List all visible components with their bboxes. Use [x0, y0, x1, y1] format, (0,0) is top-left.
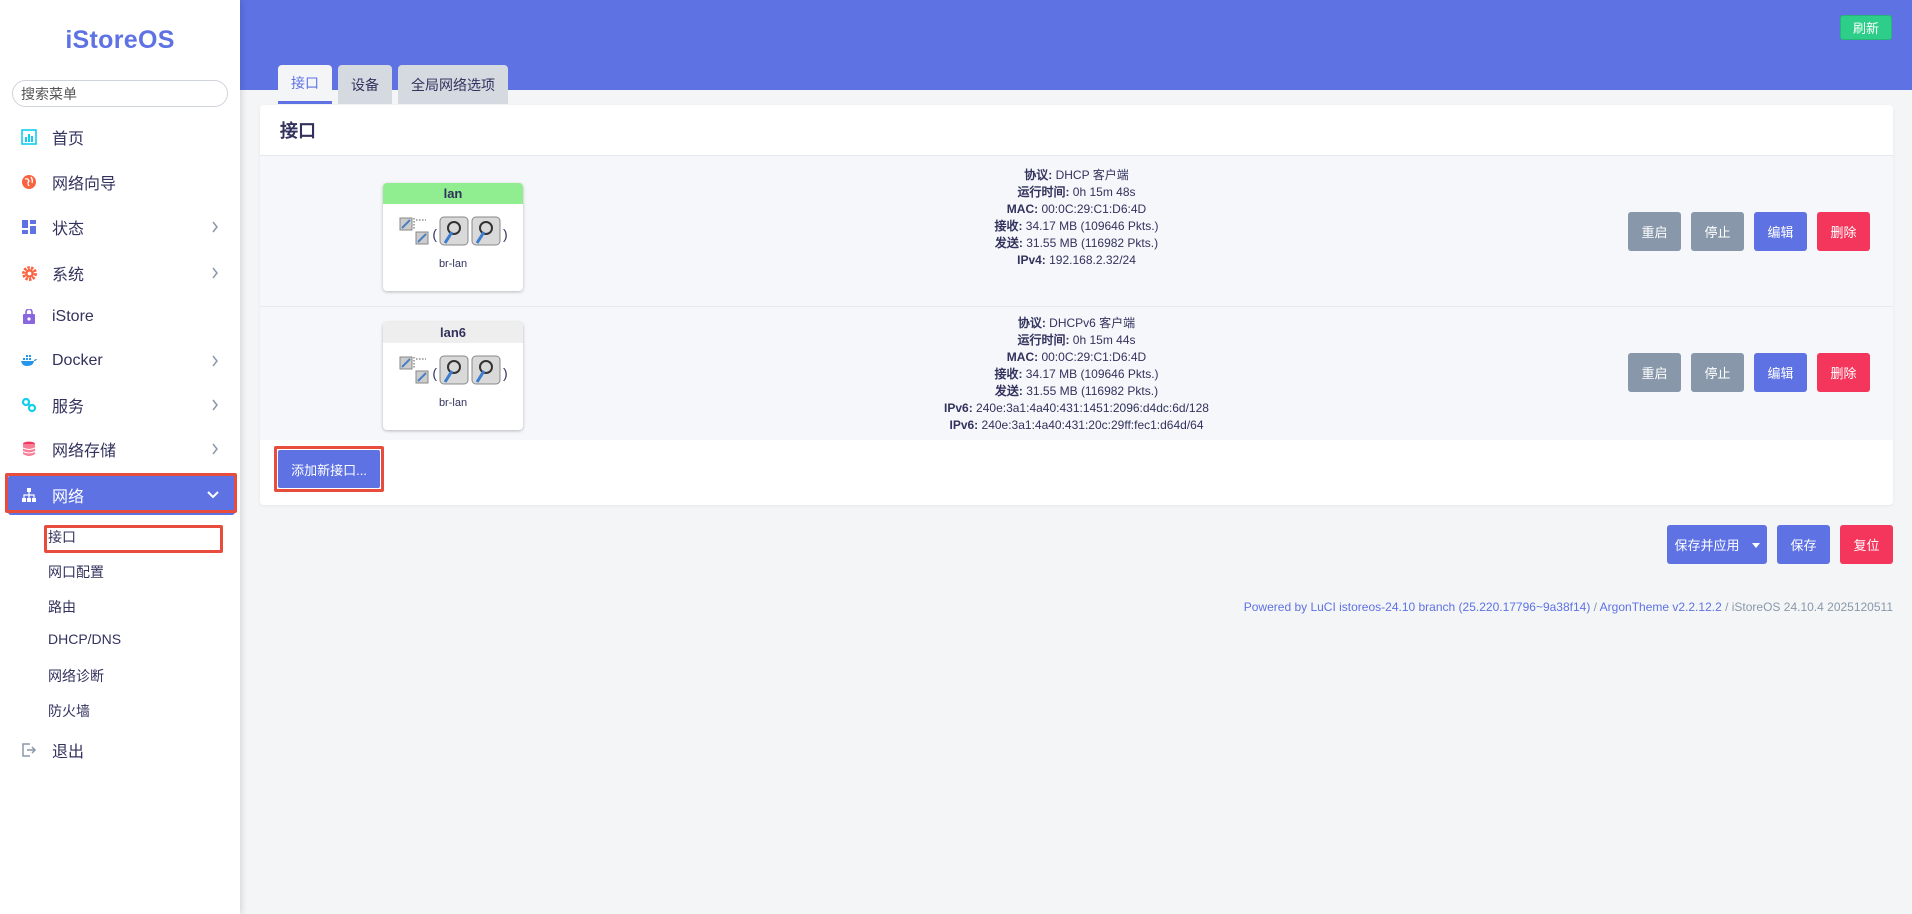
sidebar-subitem-diagnostics[interactable]: 网络诊断 — [48, 666, 104, 686]
os-version: / iStoreOS 24.10.4 2025120511 — [1721, 600, 1893, 614]
delete-button[interactable]: 删除 — [1817, 353, 1870, 392]
sidebar-item-label: 网络存储 — [52, 443, 117, 460]
search-menu-input[interactable] — [12, 80, 228, 107]
dashboard-icon — [20, 128, 38, 146]
interface-row-lan: lan ( ) br-lan 协议: DHCP 客户端 运行时间: 0h 15m… — [260, 155, 1893, 306]
reset-button[interactable]: 复位 — [1840, 525, 1893, 564]
powered-by: Powered by LuCI istoreos-24.10 branch (2… — [1243, 600, 1893, 614]
chevron-right-icon — [211, 220, 219, 238]
info-line: IPv4: 192.168.2.32/24 — [1017, 253, 1136, 267]
grid-icon — [20, 218, 38, 236]
chevron-right-icon — [211, 442, 219, 460]
chevron-right-icon — [211, 266, 219, 284]
row-actions-lan: 重启 停止 编辑 删除 — [1628, 212, 1870, 251]
sidebar-subitem-port-config[interactable]: 网口配置 — [48, 562, 104, 582]
bag-icon — [20, 308, 38, 326]
sidebar-item-network-wizard[interactable]: 网络向导 — [8, 162, 235, 202]
interfaces-card: 接口 lan ( ) br-lan 协议: DHCP 客户端 运行时间: 0h … — [260, 105, 1893, 505]
info-line: 协议: DHCP 客户端 — [1024, 168, 1129, 182]
highlight-interfaces — [44, 525, 223, 553]
logout-icon — [20, 741, 38, 759]
tab-global-options[interactable]: 全局网络选项 — [398, 65, 508, 104]
sidebar-item-logout[interactable]: 退出 — [8, 730, 235, 770]
sidebar-item-label: Docker — [52, 352, 103, 369]
caret-down-icon — [1751, 537, 1760, 552]
brand-logo: iStoreOS — [65, 26, 175, 54]
delete-button[interactable]: 删除 — [1817, 212, 1870, 251]
stop-button[interactable]: 停止 — [1691, 212, 1744, 251]
edit-button[interactable]: 编辑 — [1754, 212, 1807, 251]
globe-icon — [20, 173, 38, 191]
gear-icon — [20, 264, 38, 282]
row-actions-lan6: 重启 停止 编辑 删除 — [1628, 353, 1870, 392]
database-icon — [20, 440, 38, 458]
sidebar-item-label: 服务 — [52, 399, 85, 416]
info-line: 运行时间: 0h 15m 48s — [1017, 185, 1136, 199]
sidebar-item-system[interactable]: 系统 — [8, 253, 235, 293]
chevron-right-icon — [211, 398, 219, 416]
sidebar-item-label: 网络向导 — [52, 176, 117, 193]
puzzle-icon — [20, 396, 38, 414]
sidebar-item-label: iStore — [52, 308, 94, 325]
sidebar-item-services[interactable]: 服务 — [8, 385, 235, 425]
sidebar-subitem-firewall[interactable]: 防火墙 — [48, 701, 90, 721]
tab-interfaces[interactable]: 接口 — [278, 65, 332, 104]
theme-link[interactable]: ArgonTheme v2.2.12.2 — [1600, 600, 1722, 614]
info-line: 运行时间: 0h 15m 44s — [1017, 333, 1136, 347]
sidebar-item-docker[interactable]: Docker — [8, 341, 235, 381]
info-line: IPv6: 240e:3a1:4a40:431:1451:2096:d4dc:6… — [944, 401, 1209, 415]
save-button[interactable]: 保存 — [1777, 525, 1830, 564]
sidebar-item-status[interactable]: 状态 — [8, 207, 235, 247]
tab-bar: 接口 设备 全局网络选项 — [278, 65, 508, 104]
restart-button[interactable]: 重启 — [1628, 212, 1681, 251]
highlight-add-interface — [274, 446, 384, 492]
highlight-network — [5, 473, 237, 513]
sidebar-subitem-dhcp-dns[interactable]: DHCP/DNS — [48, 631, 121, 647]
luci-link[interactable]: Powered by LuCI istoreos-24.10 branch (2… — [1244, 600, 1591, 614]
footer-actions: 保存并应用 保存 复位 — [1667, 525, 1893, 564]
sidebar-subitem-routes[interactable]: 路由 — [48, 597, 76, 617]
docker-icon — [20, 352, 38, 370]
tab-devices[interactable]: 设备 — [338, 65, 392, 104]
restart-button[interactable]: 重启 — [1628, 353, 1681, 392]
info-line: IPv6: 240e:3a1:4a40:431:20c:29ff:fec1:d6… — [949, 418, 1204, 432]
chevron-right-icon — [211, 354, 219, 372]
refresh-button[interactable]: 刷新 — [1840, 15, 1892, 40]
save-apply-button[interactable]: 保存并应用 — [1667, 525, 1767, 564]
card-title: 接口 — [280, 121, 316, 141]
sidebar-item-home[interactable]: 首页 — [8, 117, 235, 157]
info-line: 协议: DHCPv6 客户端 — [1017, 316, 1136, 330]
interface-row-lan6: lan6 ( ) br-lan 协议: DHCPv6 客户端 运行时间: 0h … — [260, 306, 1893, 440]
sidebar-item-label: 系统 — [52, 267, 85, 284]
sidebar: iStoreOS 首页 网络向导 状态 系统 iStore — [0, 0, 240, 914]
sidebar-item-label: 退出 — [52, 744, 85, 761]
edit-button[interactable]: 编辑 — [1754, 353, 1807, 392]
sidebar-item-istore[interactable]: iStore — [8, 297, 235, 337]
sidebar-item-label: 状态 — [52, 221, 85, 238]
stop-button[interactable]: 停止 — [1691, 353, 1744, 392]
sidebar-item-nas[interactable]: 网络存储 — [8, 429, 235, 469]
sidebar-item-label: 首页 — [52, 131, 85, 148]
